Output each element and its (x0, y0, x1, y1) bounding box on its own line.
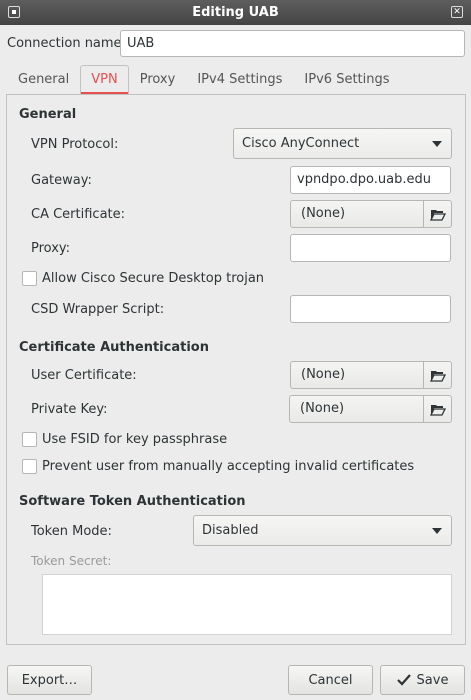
proxy-label: Proxy: (31, 241, 71, 256)
export-label: Export… (21, 672, 78, 688)
tab-vpn[interactable]: VPN (80, 65, 129, 94)
user-certificate-chooser[interactable]: (None) (290, 361, 452, 389)
fsid-checkbox[interactable] (22, 432, 37, 447)
connection-name-label: Connection name (7, 36, 122, 51)
gateway-label: Gateway: (31, 173, 92, 188)
cancel-button[interactable]: Cancel (288, 665, 373, 695)
token-secret-textarea (42, 574, 452, 635)
tab-bar: General VPN Proxy IPv4 Settings IPv6 Set… (7, 65, 401, 94)
csd-wrapper-input[interactable] (290, 295, 451, 323)
vpn-protocol-value: Cisco AnyConnect (242, 136, 360, 151)
save-label: Save (416, 672, 449, 688)
private-key-label: Private Key: (31, 402, 108, 417)
chevron-down-icon (432, 141, 442, 147)
checkmark-icon (396, 674, 411, 686)
fsid-label: Use FSID for key passphrase (42, 432, 228, 447)
csd-wrapper-label: CSD Wrapper Script: (31, 302, 165, 317)
close-icon[interactable]: ✕ (451, 6, 463, 18)
csd-trojan-row[interactable]: Allow Cisco Secure Desktop trojan (22, 271, 264, 286)
proxy-input[interactable] (290, 234, 451, 262)
tab-general[interactable]: General (7, 65, 80, 94)
user-certificate-label: User Certificate: (31, 368, 137, 383)
prevent-invalid-certs-checkbox[interactable] (22, 459, 37, 474)
token-auth-heading: Software Token Authentication (19, 494, 246, 509)
vpn-protocol-dropdown[interactable]: Cisco AnyConnect (233, 128, 452, 159)
ca-certificate-value: (None) (301, 206, 346, 221)
csd-trojan-checkbox[interactable] (22, 271, 37, 286)
ca-certificate-label: CA Certificate: (31, 207, 126, 222)
vpn-protocol-label: VPN Protocol: (31, 137, 119, 152)
token-mode-dropdown[interactable]: Disabled (193, 515, 452, 546)
window-menu-icon[interactable] (8, 6, 20, 18)
prevent-invalid-certs-label: Prevent user from manually accepting inv… (42, 459, 415, 474)
folder-open-icon[interactable] (423, 362, 451, 388)
ca-certificate-chooser[interactable]: (None) (290, 200, 452, 228)
fsid-row[interactable]: Use FSID for key passphrase (22, 432, 227, 447)
tab-ipv4-settings[interactable]: IPv4 Settings (186, 65, 293, 94)
save-button[interactable]: Save (380, 665, 465, 695)
export-button[interactable]: Export… (7, 665, 92, 695)
folder-open-icon[interactable] (423, 396, 451, 422)
token-mode-label: Token Mode: (31, 524, 112, 539)
token-mode-value: Disabled (202, 523, 259, 538)
private-key-value: (None) (300, 401, 345, 416)
tab-ipv6-settings[interactable]: IPv6 Settings (293, 65, 400, 94)
tab-proxy[interactable]: Proxy (129, 65, 187, 94)
private-key-chooser[interactable]: (None) (289, 395, 452, 423)
chevron-down-icon (432, 528, 442, 534)
certificate-auth-heading: Certificate Authentication (19, 340, 209, 355)
token-secret-label: Token Secret: (31, 554, 112, 568)
gateway-input[interactable]: vpndpo.dpo.uab.edu (290, 166, 451, 194)
csd-trojan-label: Allow Cisco Secure Desktop trojan (42, 271, 265, 286)
general-heading: General (19, 107, 77, 122)
window-title: Editing UAB (192, 5, 279, 20)
user-certificate-value: (None) (301, 367, 346, 382)
prevent-invalid-certs-row[interactable]: Prevent user from manually accepting inv… (22, 459, 414, 474)
window-titlebar: Editing UAB ✕ (0, 0, 471, 25)
connection-name-input[interactable]: UAB (120, 30, 465, 57)
folder-open-icon[interactable] (423, 201, 451, 227)
cancel-label: Cancel (308, 672, 353, 688)
